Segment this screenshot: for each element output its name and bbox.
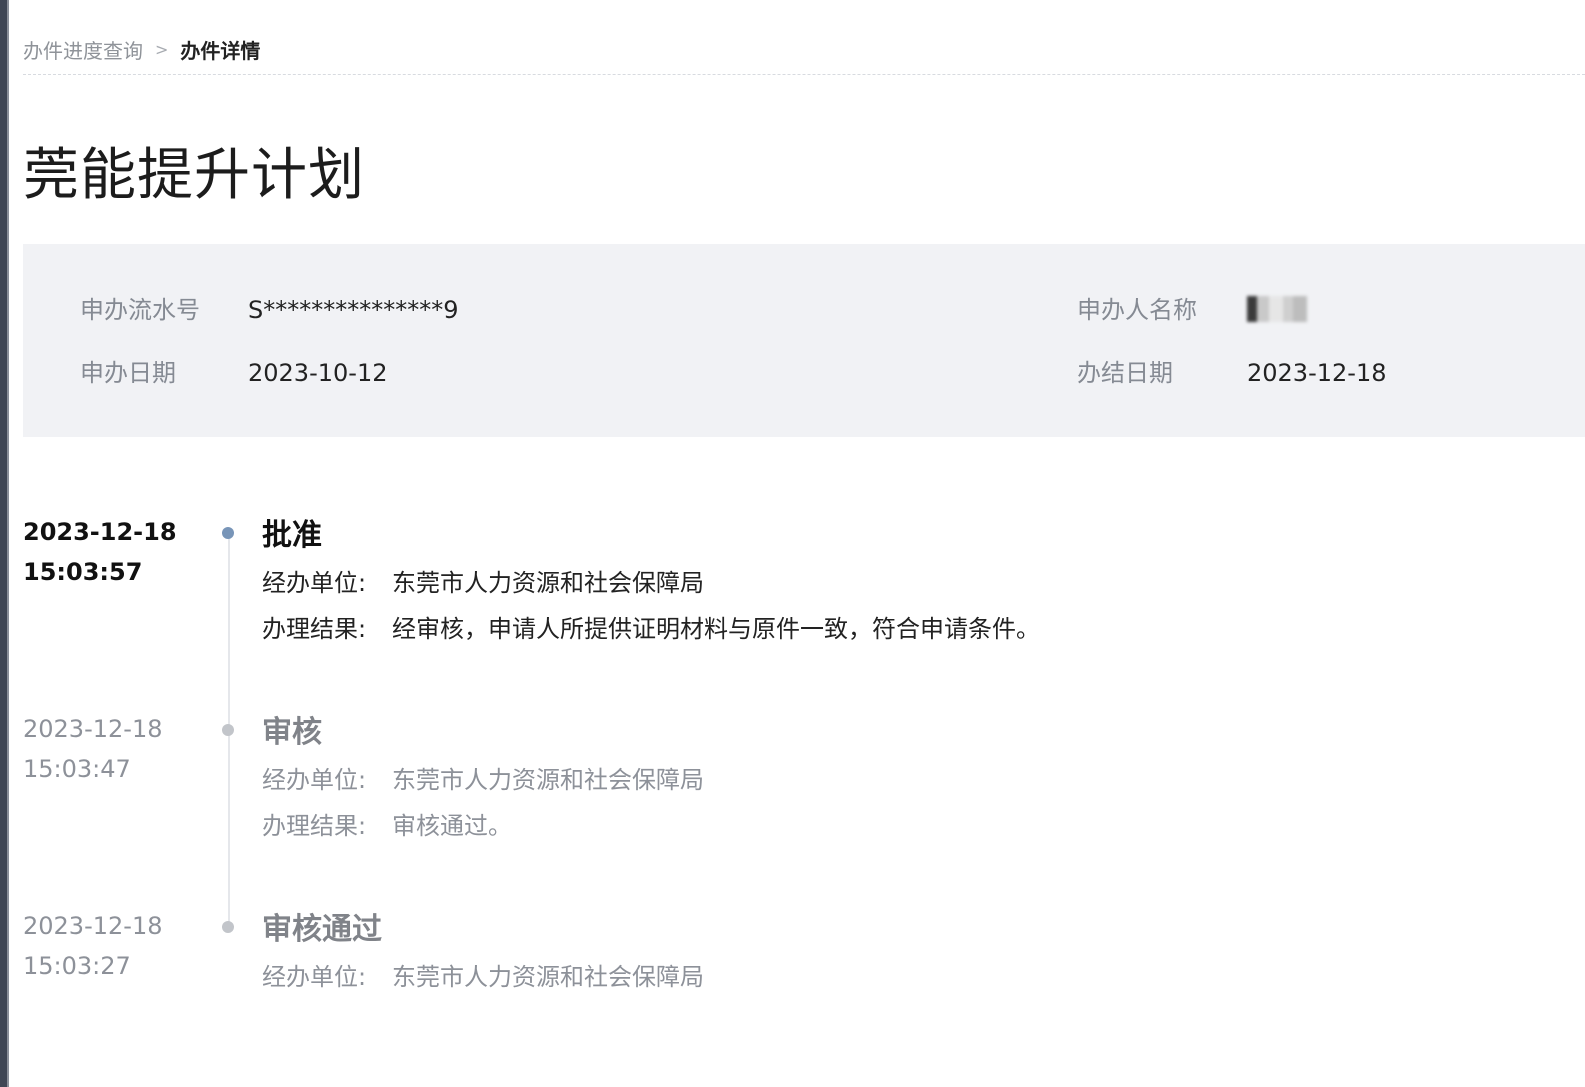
timeline-result-row: 办理结果: 经审核，申请人所提供证明材料与原件一致，符合申请条件。 — [262, 612, 1040, 646]
timeline-timestamp: 2023-12-18 15:03:47 — [23, 709, 213, 789]
result-label: 办理结果: — [262, 615, 367, 643]
timeline-time: 15:03:27 — [23, 952, 131, 980]
unit-value: 东莞市人力资源和社会保障局 — [392, 766, 704, 794]
timeline-dot-active — [222, 527, 234, 539]
timeline-time: 15:03:47 — [23, 755, 131, 783]
unit-label: 经办单位: — [262, 569, 367, 597]
info-panel: 申办流水号 S***************9 申办人名称 申办日期 2023-… — [23, 244, 1585, 437]
close-date-value: 2023-12-18 — [1247, 359, 1387, 387]
timeline-timestamp: 2023-12-18 15:03:57 — [23, 512, 213, 592]
timeline-dot — [222, 724, 234, 736]
timeline-date: 2023-12-18 — [23, 715, 163, 743]
timeline-unit-row: 经办单位: 东莞市人力资源和社会保障局 — [262, 566, 704, 600]
timeline-step-title: 审核通过 — [262, 912, 382, 947]
applicant-label: 申办人名称 — [1077, 296, 1197, 324]
apply-date-value: 2023-10-12 — [248, 359, 388, 387]
result-value: 经审核，申请人所提供证明材料与原件一致，符合申请条件。 — [392, 615, 1040, 643]
unit-value: 东莞市人力资源和社会保障局 — [392, 569, 704, 597]
unit-label: 经办单位: — [262, 963, 367, 991]
applicant-redacted-mask — [1247, 296, 1307, 322]
timeline-unit-row: 经办单位: 东莞市人力资源和社会保障局 — [262, 763, 704, 797]
breadcrumb-current: 办件详情 — [180, 38, 261, 63]
timeline-step-title: 审核 — [262, 715, 322, 750]
close-date-label: 办结日期 — [1077, 359, 1173, 387]
breadcrumb-parent-link[interactable]: 办件进度查询 — [23, 35, 143, 64]
result-label: 办理结果: — [262, 812, 367, 840]
breadcrumb-separator: > — [155, 39, 169, 59]
page-content: 办件进度查询 > 办件详情 莞能提升计划 申办流水号 S************… — [23, 0, 1585, 1087]
breadcrumb-divider — [23, 74, 1585, 75]
timeline-unit-row: 经办单位: 东莞市人力资源和社会保障局 — [262, 960, 704, 994]
timeline-date: 2023-12-18 — [23, 912, 163, 940]
serial-value: S***************9 — [248, 296, 459, 324]
timeline-time: 15:03:57 — [23, 558, 143, 586]
unit-value: 东莞市人力资源和社会保障局 — [392, 963, 704, 991]
result-value: 审核通过。 — [392, 812, 512, 840]
timeline-timestamp: 2023-12-18 15:03:27 — [23, 906, 213, 986]
apply-date-label: 申办日期 — [80, 359, 176, 387]
serial-label: 申办流水号 — [80, 296, 200, 324]
timeline-dot — [222, 921, 234, 933]
timeline-result-row: 办理结果: 审核通过。 — [262, 809, 512, 843]
unit-label: 经办单位: — [262, 766, 367, 794]
window-left-edge — [0, 0, 9, 1087]
timeline-step-title: 批准 — [262, 518, 322, 553]
breadcrumb: 办件进度查询 > 办件详情 — [23, 34, 1585, 64]
timeline-date: 2023-12-18 — [23, 518, 177, 546]
page-title: 莞能提升计划 — [23, 143, 365, 208]
